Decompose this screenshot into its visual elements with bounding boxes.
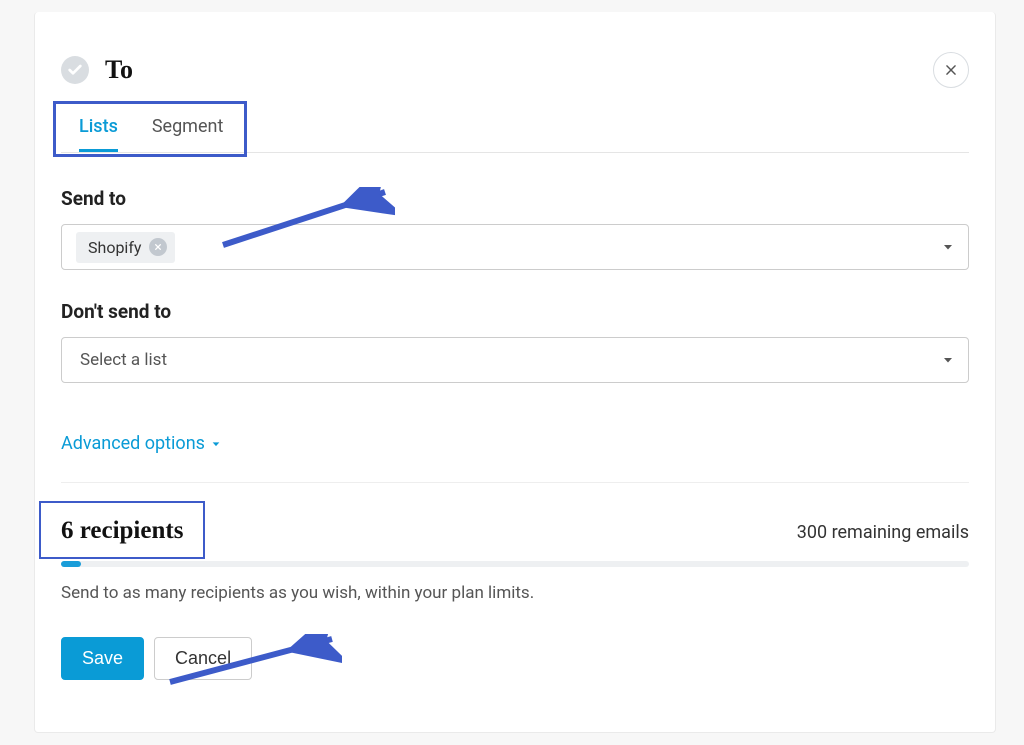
cancel-button[interactable]: Cancel (154, 637, 252, 680)
header-left: To (61, 55, 133, 85)
divider (61, 482, 969, 483)
advanced-options-link[interactable]: Advanced options (61, 433, 221, 454)
tab-lists[interactable]: Lists (79, 116, 118, 152)
panel-title: To (105, 55, 133, 85)
recipients-count: 6 recipients (61, 517, 183, 545)
recipients-progress (61, 561, 969, 567)
dont-send-to-select[interactable]: Select a list (61, 337, 969, 383)
chevron-down-icon (942, 238, 954, 257)
chip-remove-icon[interactable] (149, 238, 167, 256)
chip-label: Shopify (88, 238, 141, 257)
send-to-chip: Shopify (76, 232, 175, 263)
button-row: Save Cancel (61, 637, 969, 680)
status-check-icon (61, 56, 89, 84)
recipients-row: 6 recipients 300 remaining emails (61, 517, 969, 545)
save-button[interactable]: Save (61, 637, 144, 680)
recipients-progress-fill (61, 561, 81, 567)
recipients-hint: Send to as many recipients as you wish, … (61, 583, 969, 603)
tab-segment[interactable]: Segment (152, 116, 224, 152)
close-button[interactable] (933, 52, 969, 88)
caret-down-icon (211, 439, 221, 449)
advanced-options-label: Advanced options (61, 433, 205, 454)
dont-send-to-placeholder: Select a list (76, 350, 167, 370)
send-to-label: Send to (61, 187, 969, 210)
chevron-down-icon (942, 351, 954, 370)
dont-send-to-group: Don't send to Select a list (61, 300, 969, 383)
send-to-group: Send to Shopify (61, 187, 969, 270)
dont-send-to-label: Don't send to (61, 300, 969, 323)
to-panel: To Lists Segment Send to Shopify (34, 12, 996, 733)
send-to-select[interactable]: Shopify (61, 224, 969, 270)
remaining-emails: 300 remaining emails (797, 522, 969, 543)
tabs-container: Lists Segment (61, 116, 969, 153)
panel-header: To (61, 52, 969, 88)
